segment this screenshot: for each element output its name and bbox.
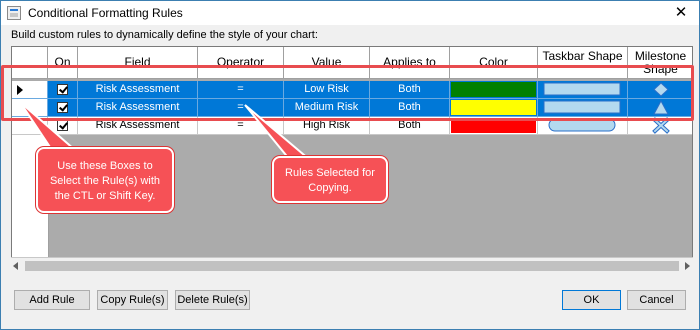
ok-button[interactable]: OK (562, 290, 621, 310)
callout-rules-selected: Rules Selected for Copying. (272, 156, 388, 203)
scroll-right-arrow-icon[interactable] (685, 262, 690, 270)
dialog-instructions: Build custom rules to dynamically define… (11, 29, 318, 41)
cancel-button[interactable]: Cancel (627, 290, 686, 310)
callout-select-boxes: Use these Boxes to Select the Rule(s) wi… (36, 147, 174, 213)
enabled-checkbox[interactable] (57, 120, 68, 131)
horizontal-scrollbar[interactable] (11, 257, 693, 274)
delete-rules-button[interactable]: Delete Rule(s) (175, 290, 250, 310)
close-button[interactable]: ✕ (671, 3, 691, 23)
copy-rules-button[interactable]: Copy Rule(s) (97, 290, 168, 310)
title-bar: Conditional Formatting Rules ✕ (1, 1, 699, 25)
window-title: Conditional Formatting Rules (28, 6, 183, 20)
scroll-left-arrow-icon[interactable] (13, 262, 18, 270)
app-icon (7, 6, 21, 20)
selection-highlight-box (1, 65, 694, 121)
scrollbar-thumb[interactable] (25, 261, 679, 271)
add-rule-button[interactable]: Add Rule (14, 290, 90, 310)
